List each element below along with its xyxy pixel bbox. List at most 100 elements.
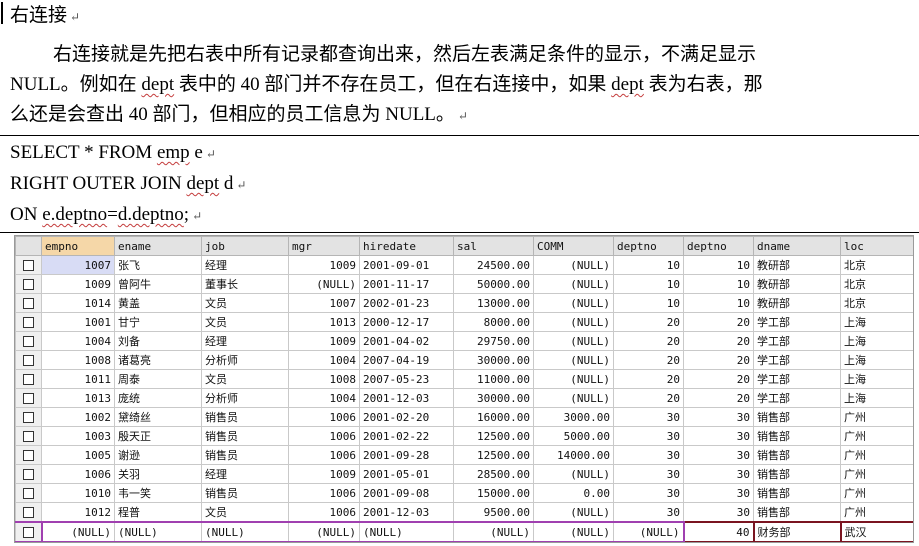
- table-cell[interactable]: 30: [613, 483, 684, 503]
- table-cell[interactable]: 29750.00: [453, 331, 534, 351]
- table-cell[interactable]: 10: [613, 293, 684, 313]
- table-row[interactable]: 1006 关羽 经理 1009 2001-05-01 28500.00 (NULL) 30 30…: [15, 464, 913, 484]
- table-cell[interactable]: 北京: [840, 255, 913, 275]
- row-selector[interactable]: [15, 445, 42, 465]
- table-row[interactable]: 1013 庞统 分析师 1004 2001-12-03 30000.00 (NULL) 20 2…: [15, 388, 913, 408]
- table-cell[interactable]: 40: [682, 521, 755, 542]
- table-cell[interactable]: 20: [683, 369, 754, 389]
- row-selector[interactable]: [15, 255, 42, 275]
- table-cell[interactable]: (NULL): [533, 274, 614, 294]
- table-cell[interactable]: 2001-04-02: [359, 331, 454, 351]
- table-cell[interactable]: 20: [613, 388, 684, 408]
- table-cell[interactable]: 刘备: [114, 331, 202, 351]
- table-cell[interactable]: 财务部: [752, 521, 842, 542]
- table-cell[interactable]: 1006: [288, 445, 360, 465]
- table-cell[interactable]: 30: [613, 426, 684, 446]
- table-cell[interactable]: 2001-09-28: [359, 445, 454, 465]
- table-cell[interactable]: 1003: [41, 426, 115, 446]
- table-cell[interactable]: (NULL): [533, 502, 614, 523]
- column-header[interactable]: empno: [41, 236, 115, 256]
- table-cell[interactable]: 广州: [840, 445, 913, 465]
- row-selector[interactable]: [15, 331, 42, 351]
- table-cell[interactable]: 广州: [840, 483, 913, 503]
- table-cell[interactable]: 20: [613, 312, 684, 332]
- table-cell[interactable]: (NULL): [533, 331, 614, 351]
- table-row[interactable]: 1007 张飞 经理 1009 2001-09-01 24500.00 (NULL) 10 10…: [15, 255, 913, 275]
- table-cell[interactable]: (NULL): [613, 521, 685, 542]
- table-cell[interactable]: 诸葛亮: [114, 350, 202, 370]
- row-selector[interactable]: [15, 369, 42, 389]
- table-cell[interactable]: 2002-01-23: [359, 293, 454, 313]
- table-cell[interactable]: (NULL): [533, 293, 614, 313]
- table-cell[interactable]: 28500.00: [453, 464, 534, 484]
- column-header[interactable]: deptno: [613, 236, 684, 256]
- table-cell[interactable]: 学工部: [753, 350, 841, 370]
- table-cell[interactable]: 24500.00: [453, 255, 534, 275]
- table-cell[interactable]: 2000-12-17: [359, 312, 454, 332]
- table-cell[interactable]: 销售部: [753, 502, 841, 523]
- table-cell[interactable]: (NULL): [40, 521, 115, 542]
- table-cell[interactable]: (NULL): [533, 312, 614, 332]
- table-cell[interactable]: 2001-02-22: [359, 426, 454, 446]
- table-cell[interactable]: 2007-04-19: [359, 350, 454, 370]
- table-cell[interactable]: 上海: [840, 350, 913, 370]
- table-cell[interactable]: 30: [683, 445, 754, 465]
- table-cell[interactable]: 1006: [288, 502, 360, 523]
- table-cell[interactable]: 10: [683, 255, 754, 275]
- row-selector[interactable]: [15, 464, 42, 484]
- row-selector[interactable]: [15, 388, 42, 408]
- table-cell[interactable]: 程普: [114, 502, 202, 523]
- row-checkbox[interactable]: [23, 393, 34, 404]
- table-cell[interactable]: 30: [613, 407, 684, 427]
- table-cell[interactable]: 20: [613, 350, 684, 370]
- row-checkbox[interactable]: [23, 279, 34, 290]
- table-cell[interactable]: 1006: [41, 464, 115, 484]
- table-cell[interactable]: (NULL): [533, 255, 614, 275]
- table-cell[interactable]: 教研部: [753, 293, 841, 313]
- table-row[interactable]: 1011 周泰 文员 1008 2007-05-23 11000.00 (NULL) 20 20…: [15, 369, 913, 389]
- table-cell[interactable]: 20: [683, 331, 754, 351]
- table-cell[interactable]: 武汉: [839, 521, 913, 542]
- table-cell[interactable]: 1007: [41, 255, 115, 275]
- table-cell[interactable]: 上海: [840, 312, 913, 332]
- table-row[interactable]: 1014 黄盖 文员 1007 2002-01-23 13000.00 (NULL) 10 10…: [15, 293, 913, 313]
- row-checkbox[interactable]: [23, 507, 34, 518]
- table-cell[interactable]: 张飞: [114, 255, 202, 275]
- row-selector[interactable]: [15, 521, 42, 542]
- table-cell[interactable]: 1002: [41, 407, 115, 427]
- table-cell[interactable]: 10: [613, 255, 684, 275]
- table-cell[interactable]: 韦一笑: [114, 483, 202, 503]
- table-row[interactable]: 1004 刘备 经理 1009 2001-04-02 29750.00 (NULL) 20 20…: [15, 331, 913, 351]
- table-cell[interactable]: 30: [613, 445, 684, 465]
- table-cell[interactable]: 分析师: [201, 388, 289, 408]
- row-selector[interactable]: [15, 350, 42, 370]
- table-cell[interactable]: (NULL): [201, 521, 289, 542]
- table-cell[interactable]: 1004: [41, 331, 115, 351]
- row-checkbox[interactable]: [23, 355, 34, 366]
- row-selector[interactable]: [15, 483, 42, 503]
- row-checkbox[interactable]: [23, 298, 34, 309]
- table-cell[interactable]: 30: [683, 502, 754, 523]
- table-cell[interactable]: 30: [613, 502, 684, 523]
- table-row[interactable]: 1012 程普 文员 1006 2001-12-03 9500.00 (NULL) 30 30 销…: [15, 502, 913, 523]
- table-row[interactable]: 1001 甘宁 文员 1013 2000-12-17 8000.00 (NULL) 20 20 学…: [15, 312, 913, 332]
- table-cell[interactable]: 关羽: [114, 464, 202, 484]
- row-selector[interactable]: [15, 293, 42, 313]
- table-cell[interactable]: 20: [683, 312, 754, 332]
- table-cell[interactable]: 销售部: [753, 407, 841, 427]
- table-cell[interactable]: 董事长: [201, 274, 289, 294]
- table-cell[interactable]: 经理: [201, 464, 289, 484]
- table-cell[interactable]: 2001-12-03: [359, 388, 454, 408]
- table-cell[interactable]: 12500.00: [453, 426, 534, 446]
- table-cell[interactable]: 30: [683, 464, 754, 484]
- table-cell[interactable]: (NULL): [359, 521, 454, 542]
- table-cell[interactable]: 11000.00: [453, 369, 534, 389]
- column-header[interactable]: loc: [840, 236, 913, 256]
- table-cell[interactable]: 1007: [288, 293, 360, 313]
- column-header[interactable]: mgr: [288, 236, 360, 256]
- table-cell[interactable]: 销售部: [753, 426, 841, 446]
- table-cell[interactable]: 30: [683, 407, 754, 427]
- table-cell[interactable]: 20: [683, 388, 754, 408]
- table-cell[interactable]: 1011: [41, 369, 115, 389]
- table-cell[interactable]: 1001: [41, 312, 115, 332]
